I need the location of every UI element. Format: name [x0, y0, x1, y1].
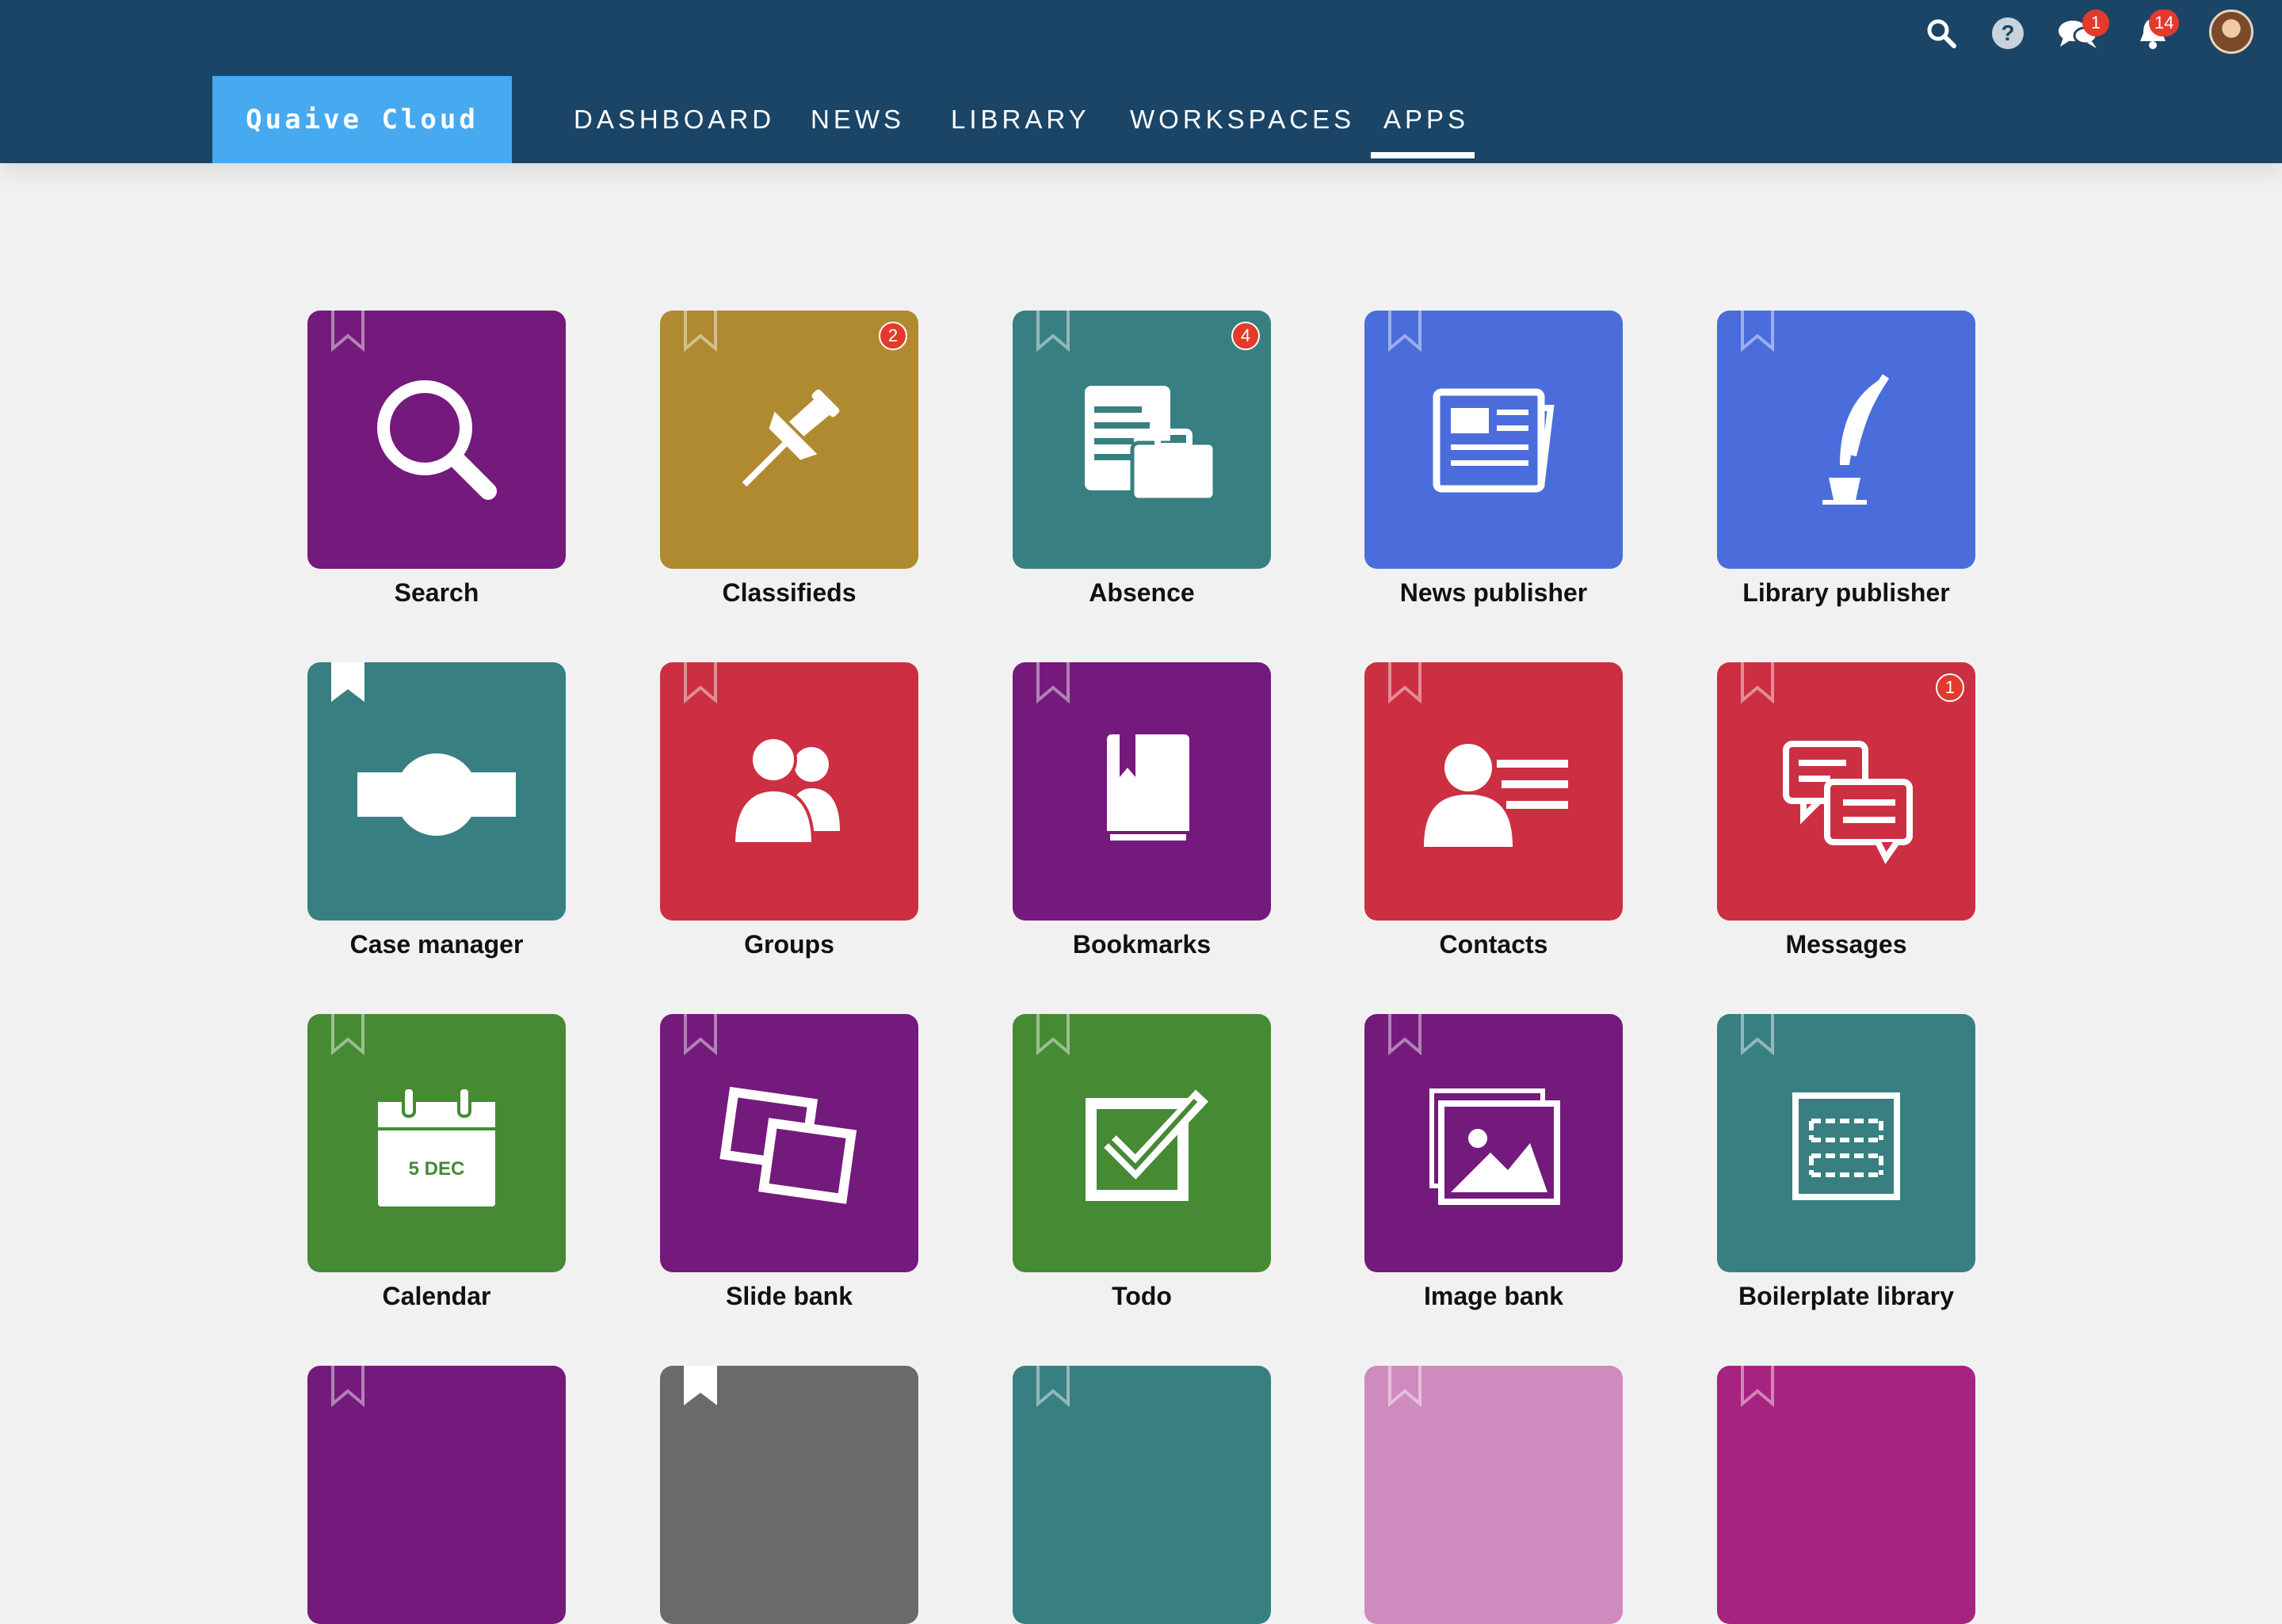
document-briefcase-icon — [1063, 360, 1221, 519]
bookmark-icon[interactable] — [330, 662, 366, 703]
svg-text:?: ? — [2001, 21, 2014, 45]
app-tile-placeholder-19[interactable] — [1364, 1366, 1623, 1624]
images-icon — [1414, 1064, 1573, 1222]
app-label-search[interactable]: Search — [254, 578, 619, 608]
app-label-slide-bank[interactable]: Slide bank — [607, 1282, 971, 1311]
bookmark-icon[interactable] — [1035, 1366, 1071, 1407]
newspaper-icon — [1414, 360, 1573, 519]
calendar-date-text: 5 DEC — [409, 1158, 465, 1180]
bookmark-icon[interactable] — [330, 1366, 366, 1407]
app-label-image-bank[interactable]: Image bank — [1311, 1282, 1676, 1311]
app-tile-search[interactable] — [307, 311, 566, 569]
bookmark-icon[interactable] — [1739, 1366, 1776, 1407]
bookmark-icon[interactable] — [1387, 311, 1423, 352]
bookmark-icon[interactable] — [1387, 1014, 1423, 1055]
app-label-library-publisher[interactable]: Library publisher — [1664, 578, 2028, 608]
nav-item-library[interactable]: LIBRARY — [951, 76, 1090, 163]
bookmark-icon[interactable] — [682, 1366, 719, 1407]
notification-count-badge: 2 — [879, 322, 907, 350]
bookmark-icon[interactable] — [1739, 311, 1776, 352]
speech-bubbles-icon — [1767, 712, 1925, 871]
app-tile-library-publisher[interactable] — [1717, 311, 1975, 569]
boilerplate-icon — [1767, 1064, 1925, 1222]
pushpin-icon — [710, 360, 868, 519]
nav-item-news[interactable]: NEWS — [811, 76, 905, 163]
notifications-badge: 14 — [2149, 10, 2180, 36]
app-tile-messages[interactable]: 1 — [1717, 662, 1975, 921]
app-tile-image-bank[interactable] — [1364, 1014, 1623, 1272]
magnifier-icon — [357, 360, 516, 519]
bookmark-icon[interactable] — [1035, 1014, 1071, 1055]
notification-count-badge: 1 — [1936, 673, 1964, 702]
bookmark-icon[interactable] — [1387, 662, 1423, 703]
app-tile-boilerplate-library[interactable] — [1717, 1014, 1975, 1272]
bookmark-icon[interactable] — [1035, 662, 1071, 703]
bookmark-icon[interactable] — [330, 1014, 366, 1055]
app-label-absence[interactable]: Absence — [960, 578, 1324, 608]
app-tile-classifieds[interactable]: 2 — [660, 311, 918, 569]
app-label-calendar[interactable]: Calendar — [254, 1282, 619, 1311]
app-tile-placeholder-20[interactable] — [1717, 1366, 1975, 1624]
messages-badge: 1 — [2082, 10, 2109, 36]
search-icon[interactable] — [1924, 11, 1959, 55]
app-label-groups[interactable]: Groups — [607, 930, 971, 959]
checkbox-icon — [1063, 1064, 1221, 1222]
main-nav: DASHBOARD NEWS LIBRARY WORKSPACES APPS — [0, 76, 2282, 163]
nav-item-workspaces[interactable]: WORKSPACES — [1130, 76, 1355, 163]
bookmark-icon[interactable] — [330, 311, 366, 352]
app-tile-calendar[interactable]: 5 DEC — [307, 1014, 566, 1272]
nav-item-apps[interactable]: APPS — [1383, 76, 1469, 163]
notification-count-badge: 4 — [1231, 322, 1260, 350]
bookmark-icon[interactable] — [1739, 1014, 1776, 1055]
app-label-news-publisher[interactable]: News publisher — [1311, 578, 1676, 608]
case-icon — [357, 712, 516, 871]
nav-item-dashboard[interactable]: DASHBOARD — [574, 76, 775, 163]
active-nav-indicator — [1371, 152, 1475, 158]
app-label-contacts[interactable]: Contacts — [1311, 930, 1676, 959]
bookmark-icon[interactable] — [682, 662, 719, 703]
slides-icon — [710, 1064, 868, 1222]
app-tile-placeholder-17[interactable] — [660, 1366, 918, 1624]
app-label-todo[interactable]: Todo — [960, 1282, 1324, 1311]
app-tile-case-manager[interactable] — [307, 662, 566, 921]
app-label-case-manager[interactable]: Case manager — [254, 930, 619, 959]
calendar-icon: 5 DEC — [357, 1064, 516, 1222]
app-tile-placeholder-18[interactable] — [1013, 1366, 1271, 1624]
app-tile-bookmarks[interactable] — [1013, 662, 1271, 921]
app-tile-contacts[interactable] — [1364, 662, 1623, 921]
bookmark-icon[interactable] — [682, 311, 719, 352]
app-tile-news-publisher[interactable] — [1364, 311, 1623, 569]
app-tile-absence[interactable]: 4 — [1013, 311, 1271, 569]
bookmark-icon[interactable] — [1035, 311, 1071, 352]
bookmark-icon[interactable] — [1739, 662, 1776, 703]
app-label-boilerplate-library[interactable]: Boilerplate library — [1664, 1282, 2028, 1311]
contact-card-icon — [1414, 712, 1573, 871]
bookmark-icon[interactable] — [1387, 1366, 1423, 1407]
app-label-messages[interactable]: Messages — [1664, 930, 2028, 959]
book-icon — [1063, 712, 1221, 871]
top-bar: Quaive Cloud DASHBOARD NEWS LIBRARY WORK… — [0, 0, 2282, 163]
app-label-classifieds[interactable]: Classifieds — [607, 578, 971, 608]
app-tile-todo[interactable] — [1013, 1014, 1271, 1272]
app-tile-groups[interactable] — [660, 662, 918, 921]
bookmark-icon[interactable] — [682, 1014, 719, 1055]
group-icon — [710, 712, 868, 871]
app-label-bookmarks[interactable]: Bookmarks — [960, 930, 1324, 959]
quill-icon — [1767, 360, 1925, 519]
help-icon[interactable]: ? — [1990, 11, 2025, 55]
app-tile-placeholder-16[interactable] — [307, 1366, 566, 1624]
avatar[interactable] — [2209, 10, 2253, 54]
app-tile-slide-bank[interactable] — [660, 1014, 918, 1272]
